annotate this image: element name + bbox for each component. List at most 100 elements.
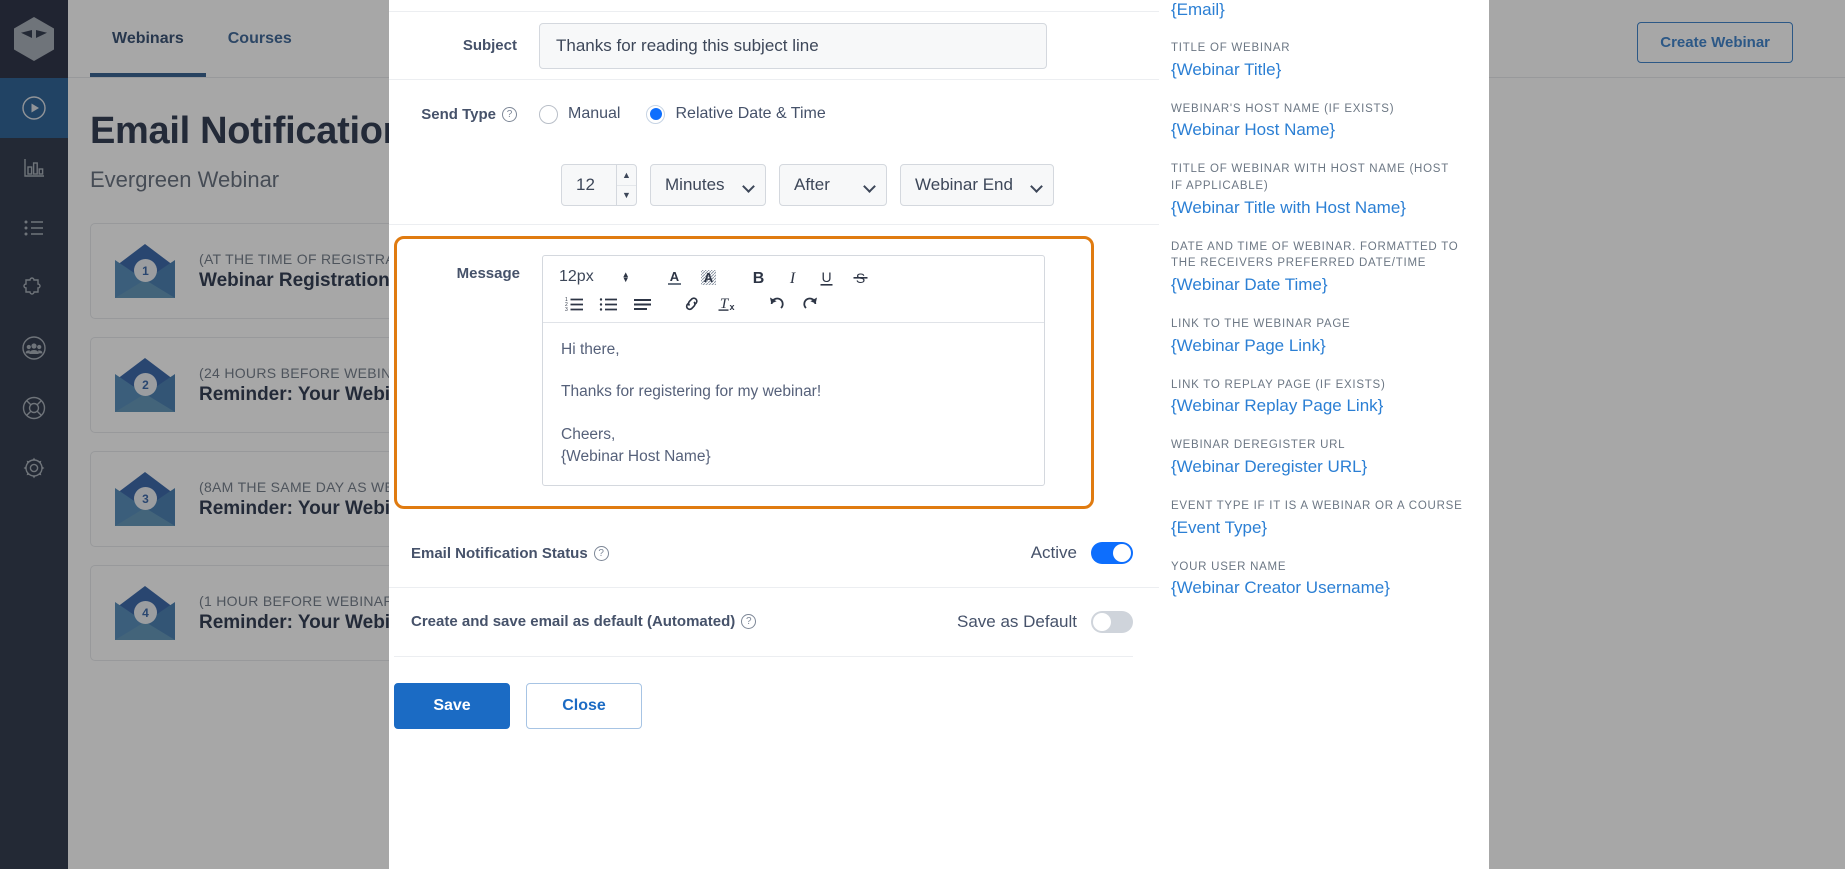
radio-manual[interactable]: Manual [539,104,621,124]
merge-tag-value[interactable]: {Webinar Date Time} [1171,275,1463,295]
save-button[interactable]: Save [394,682,510,729]
merge-tag-label: LINK TO THE WEBINAR PAGE [1171,318,1351,331]
form-divider-top [389,0,1159,12]
strikethrough-icon[interactable]: S [845,265,875,289]
merge-tag-group: EVENT TYPE IF IT IS A WEBINAR OR A COURS… [1171,498,1463,538]
status-toggle[interactable] [1091,542,1133,565]
merge-tag-group: LINK TO THE WEBINAR PAGE {Webinar Page L… [1171,316,1463,356]
font-size-select[interactable]: 12px ▲ ▼ [559,268,655,286]
save-default-value-label: Save as Default [956,611,1077,631]
question-circle-icon[interactable]: ? [593,545,609,561]
message-line-4: {Webinar Host Name} [561,448,711,466]
editor-toolbar-row-1: 12px ▲ ▼ A A B I U S [559,264,1040,290]
unordered-list-icon[interactable] [593,291,623,315]
merge-tag-label: WEBINAR DEREGISTER URL [1171,439,1346,452]
merge-tag-label: YOUR USER NAME [1171,560,1287,573]
schedule-unit-select[interactable]: Minutes [650,164,766,206]
merge-tag-value[interactable]: {Webinar Host Name} [1171,120,1463,140]
align-icon[interactable] [627,291,657,315]
svg-text:B: B [752,270,764,287]
email-edit-modal: Subject Thanks for reading this subject … [389,0,1489,869]
schedule-direction-select[interactable]: After [779,164,887,206]
schedule-unit-value: Minutes [665,175,725,194]
undo-icon[interactable] [761,291,791,315]
message-line-3: Cheers, [561,425,616,443]
schedule-amount-value: 12 [576,175,595,194]
merge-tag-panel: {Email} TITLE OF WEBINAR {Webinar Title}… [1159,0,1489,869]
merge-tag-first[interactable]: {Email} [1171,0,1463,20]
stepper-up-icon[interactable]: ▲ [617,165,636,185]
clear-formatting-icon[interactable]: Tx [711,291,741,315]
schedule-controls-row: 12 ▲ ▼ Minutes After Webinar End [389,148,1159,225]
app-root: Webinars Courses Create Webinar Email No… [0,0,1845,869]
modal-form-column: Subject Thanks for reading this subject … [389,0,1159,869]
merge-tag-group: WEBINAR'S HOST NAME (IF EXISTS) {Webinar… [1171,101,1463,141]
save-default-label: Create and save email as default (Automa… [394,613,757,630]
merge-tag-value[interactable]: {Event Type} [1171,518,1463,538]
merge-tag-group: YOUR USER NAME {Webinar Creator Username… [1171,559,1463,599]
font-size-value: 12px [559,268,594,285]
message-line-2: Thanks for registering for my webinar! [561,383,822,401]
merge-tag-label: TITLE OF WEBINAR WITH HOST NAME (HOST IF… [1171,163,1449,193]
merge-tag-label: DATE AND TIME OF WEBINAR. FORMATTED TO T… [1171,240,1459,270]
merge-tag-group: LINK TO REPLAY PAGE (IF EXISTS) {Webinar… [1171,377,1463,417]
svg-text:A: A [703,270,713,285]
radio-relative-label: Relative Date & Time [675,105,826,122]
modal-footer-buttons: Save Close [389,657,1159,729]
subject-label: Subject [462,37,517,54]
schedule-anchor-select[interactable]: Webinar End [900,164,1054,206]
status-toggle-group: Active [1030,542,1133,565]
radio-relative-dot [646,104,666,124]
send-type-label: Send Type ? [389,106,539,123]
link-icon[interactable] [677,291,707,315]
stepper-down-icon[interactable]: ▼ [617,184,636,206]
rich-text-editor: 12px ▲ ▼ A A B I U S 1 2 3 T x Hi there,… [542,255,1045,486]
status-label-text: Email Notification Status [411,544,588,562]
status-label: Email Notification Status ? [394,545,609,562]
question-circle-icon[interactable]: ? [502,106,517,122]
svg-text:A: A [669,269,679,284]
redo-icon[interactable] [795,291,825,315]
merge-tag-label: WEBINAR'S HOST NAME (IF EXISTS) [1171,102,1395,115]
subject-row: Subject Thanks for reading this subject … [389,12,1159,80]
schedule-amount-stepper[interactable]: 12 ▲ ▼ [561,164,637,206]
merge-tag-group: TITLE OF WEBINAR {Webinar Title} [1171,40,1463,80]
merge-tag-value[interactable]: {Webinar Replay Page Link} [1171,396,1463,416]
italic-icon[interactable]: I [777,265,807,289]
svg-text:3: 3 [565,307,568,313]
underline-icon[interactable]: U [811,265,841,289]
send-type-label-text: Send Type [421,105,496,123]
merge-tag-value[interactable]: {Webinar Creator Username} [1171,578,1463,598]
question-circle-icon[interactable]: ? [741,614,757,630]
merge-tag-value[interactable]: {Webinar Page Link} [1171,336,1463,356]
text-color-icon[interactable]: A [659,265,689,289]
svg-text:x: x [729,302,734,312]
radio-relative-date-time[interactable]: Relative Date & Time [646,104,826,124]
schedule-anchor-value: Webinar End [915,175,1013,194]
send-type-row: Send Type ? Manual Relative Date & Time [389,80,1159,148]
message-row-highlighted: Message 12px ▲ ▼ A A B I U S 1 2 3 T x H… [394,236,1094,509]
merge-tag-value[interactable]: {Webinar Deregister URL} [1171,457,1463,477]
merge-tag-group: WEBINAR DEREGISTER URL {Webinar Deregist… [1171,437,1463,477]
message-label: Message [456,265,520,282]
merge-tag-value[interactable]: {Webinar Title} [1171,60,1463,80]
status-value-label: Active [1030,543,1077,563]
merge-tag-value[interactable]: {Webinar Title with Host Name} [1171,198,1463,218]
font-size-stepper-icon[interactable]: ▲ ▼ [622,271,630,284]
save-default-toggle[interactable] [1091,610,1133,633]
subject-input[interactable]: Thanks for reading this subject line [539,22,1047,69]
status-row: Email Notification Status ? Active [389,520,1159,588]
editor-toolbar: 12px ▲ ▼ A A B I U S 1 2 3 T x [543,256,1044,323]
save-default-row: Create and save email as default (Automa… [389,588,1159,656]
message-body[interactable]: Hi there, Thanks for registering for my … [543,323,1044,485]
merge-tag-label: TITLE OF WEBINAR [1171,42,1291,54]
radio-manual-label: Manual [568,105,621,122]
ordered-list-icon[interactable]: 123 [559,291,589,315]
highlight-color-icon[interactable]: A [693,265,723,289]
radio-manual-dot [539,104,558,124]
svg-text:U: U [821,269,831,285]
close-button[interactable]: Close [526,682,642,729]
merge-tag-label: LINK TO REPLAY PAGE (IF EXISTS) [1171,378,1386,391]
bold-icon[interactable]: B [743,265,773,289]
message-line-1: Hi there, [561,341,620,358]
